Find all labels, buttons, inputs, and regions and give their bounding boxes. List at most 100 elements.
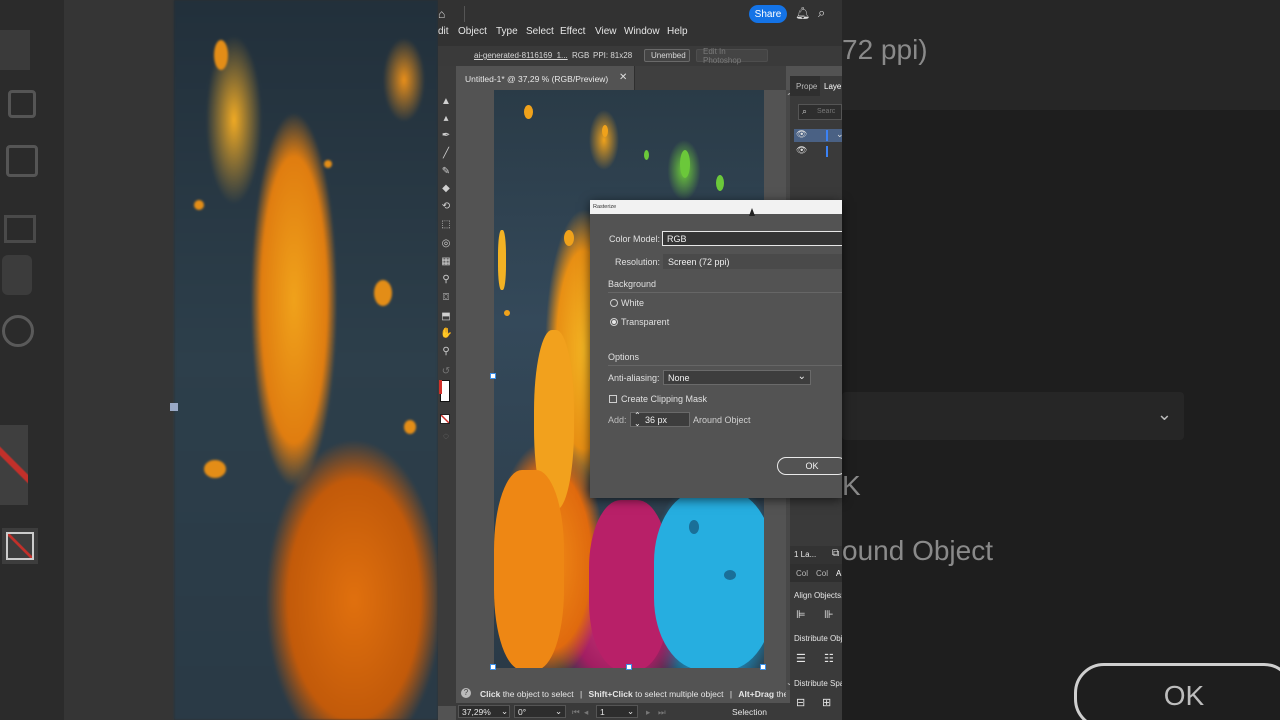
close-icon[interactable]: ✕ [619, 72, 627, 83]
color-model-select[interactable]: RGB [662, 231, 842, 246]
next-artboard-icon[interactable]: ▸ [646, 707, 650, 718]
prev-artboard-icon[interactable]: ◂ [584, 707, 588, 718]
layer-row[interactable]: 👁︎ [794, 145, 842, 158]
color-model-label: Color Model: [609, 234, 661, 244]
zoom-tool-icon[interactable]: ⚲ [440, 346, 452, 358]
artboard-tool-icon[interactable]: ⬒ [440, 311, 452, 323]
document-tab-bar: Untitled-1* @ 37,29 % (RGB/Preview) ✕ [456, 66, 786, 90]
new-layer-icon[interactable]: ⧉ [832, 548, 839, 559]
chevron-down-icon[interactable]: ⌄ [501, 706, 508, 717]
tab-align[interactable]: A [836, 569, 841, 578]
distribute-top-icon[interactable]: ☰ [796, 652, 806, 665]
resolution-select[interactable]: Screen (72 ppi) [663, 254, 842, 269]
rotate-tool-icon[interactable]: ⟲ [440, 201, 452, 213]
white-radio[interactable] [610, 299, 618, 307]
brush-tool-icon[interactable]: ✎ [440, 166, 452, 178]
align-left-icon[interactable]: ⊫ [796, 608, 806, 621]
document-tab-title: Untitled-1* @ 37,29 % (RGB/Preview) [465, 74, 609, 84]
menu-select[interactable]: Select [526, 26, 554, 37]
eye-icon[interactable]: 👁︎ [796, 145, 807, 156]
dialog-title: Rasterize [593, 204, 617, 210]
chevron-down-icon[interactable]: ⌄ [836, 129, 842, 140]
distribute-vertical-icon[interactable]: ⊟ [796, 696, 805, 709]
distribute-horizontal-icon[interactable]: ⊞ [822, 696, 831, 709]
free-transform-tool-icon[interactable]: ⬚ [440, 219, 452, 231]
menu-window[interactable]: Window [624, 26, 660, 37]
eraser-tool-icon[interactable]: ◆ [440, 183, 452, 195]
stepper-arrows-icon[interactable]: ⌃ ⌄ [634, 412, 641, 428]
selection-handle[interactable] [760, 664, 766, 670]
transparent-label[interactable]: Transparent [621, 317, 669, 327]
layer-row-selected[interactable]: 👁︎ ⌄ [794, 129, 842, 142]
hint-alt-text: the obje [776, 689, 786, 699]
section-divider [608, 365, 842, 366]
add-stepper[interactable]: ⌃ ⌄ 36 px [630, 412, 690, 428]
background-heading: Background [608, 279, 657, 289]
drawing-mode-icon[interactable]: ◌ [440, 431, 452, 443]
white-label[interactable]: White [621, 298, 644, 308]
clipping-mask-label[interactable]: Create Clipping Mask [621, 394, 707, 404]
menu-effect[interactable]: Effect [560, 26, 585, 37]
shape-builder-tool-icon[interactable]: ◎ [440, 238, 452, 250]
selection-handle[interactable] [490, 373, 496, 379]
zoom-field[interactable]: 37,29% ⌄ [458, 705, 510, 718]
section-divider [608, 292, 842, 293]
tab-color-guide[interactable]: Col [816, 569, 828, 578]
help-icon[interactable]: ? [461, 688, 471, 698]
clipping-mask-checkbox[interactable] [609, 395, 617, 403]
chevron-down-icon[interactable]: ⌄ [798, 371, 806, 382]
options-heading: Options [608, 352, 640, 362]
tab-layers[interactable]: Laye [820, 76, 842, 96]
direct-selection-tool-icon[interactable]: ▴ [440, 113, 452, 125]
selection-handle[interactable] [626, 664, 632, 670]
chevron-down-icon: ⌄ [1156, 404, 1172, 424]
anti-aliasing-select[interactable]: None ⌄ [663, 370, 811, 385]
line-tool-icon[interactable]: ╱ [440, 148, 452, 160]
home-icon[interactable]: ⌂ [438, 7, 448, 21]
none-color-swatch[interactable] [440, 414, 450, 424]
menu-edit[interactable]: dit [438, 26, 449, 37]
chevron-down-icon[interactable]: ⌄ [555, 706, 562, 717]
eye-icon[interactable]: 👁︎ [796, 129, 807, 140]
menu-object[interactable]: Object [458, 26, 487, 37]
background-toolbar [0, 0, 64, 720]
menu-type[interactable]: Type [496, 26, 518, 37]
menu-help[interactable]: Help [667, 26, 688, 37]
gradient-tool-icon[interactable]: ▦ [440, 256, 452, 268]
resolution-label: Resolution: [615, 257, 661, 267]
rotation-field[interactable]: 0° ⌄ [514, 705, 566, 718]
align-center-icon[interactable]: ⊪ [824, 608, 834, 621]
symbol-sprayer-tool-icon[interactable]: ⌼ [440, 292, 452, 304]
hint-click-text: the object to select [500, 689, 574, 699]
ok-button[interactable]: OK [777, 457, 842, 475]
bell-icon[interactable]: 🔔︎ [795, 6, 810, 20]
tab-properties[interactable]: Prope [796, 76, 817, 96]
selection-handle[interactable] [490, 664, 496, 670]
search-icon[interactable]: ⌕ [818, 5, 825, 21]
paint-drop [524, 105, 533, 119]
paint-drop [644, 150, 649, 160]
eyedropper-tool-icon[interactable]: ⚲ [440, 274, 452, 286]
first-artboard-icon[interactable]: ⏮ [572, 707, 580, 718]
selection-tool-icon[interactable]: ▲ [440, 96, 452, 108]
background-around-text: ound Object [842, 535, 993, 566]
document-tab[interactable]: Untitled-1* @ 37,29 % (RGB/Preview) ✕ [456, 66, 635, 90]
artboard-number-field[interactable]: 1 ⌄ [596, 705, 638, 718]
last-artboard-icon[interactable]: ⏭ [658, 707, 666, 718]
dialog-title-bar[interactable]: Rasterize [590, 200, 842, 214]
hint-alt: Alt+Drag [738, 689, 775, 699]
transparent-radio[interactable] [610, 318, 618, 326]
unembed-button[interactable]: Unembed [644, 49, 690, 62]
swap-colors-icon[interactable]: ↺ [440, 366, 452, 378]
pen-tool-icon[interactable]: ✒ [440, 130, 452, 142]
current-tool-name: Selection [732, 707, 767, 717]
layers-search-input[interactable]: ⌕ Searc [798, 104, 842, 120]
chevron-down-icon[interactable]: ⌄ [627, 706, 634, 717]
menu-view[interactable]: View [595, 26, 617, 37]
share-button[interactable]: Share [749, 5, 787, 23]
tab-color[interactable]: Col [796, 569, 808, 578]
align-objects-label: Align Objects: [794, 591, 842, 600]
linked-file-name[interactable]: ai-generated-8116169_1... [474, 51, 568, 60]
distribute-center-icon[interactable]: ☷ [824, 652, 834, 665]
hand-tool-icon[interactable]: ✋ [440, 328, 452, 340]
